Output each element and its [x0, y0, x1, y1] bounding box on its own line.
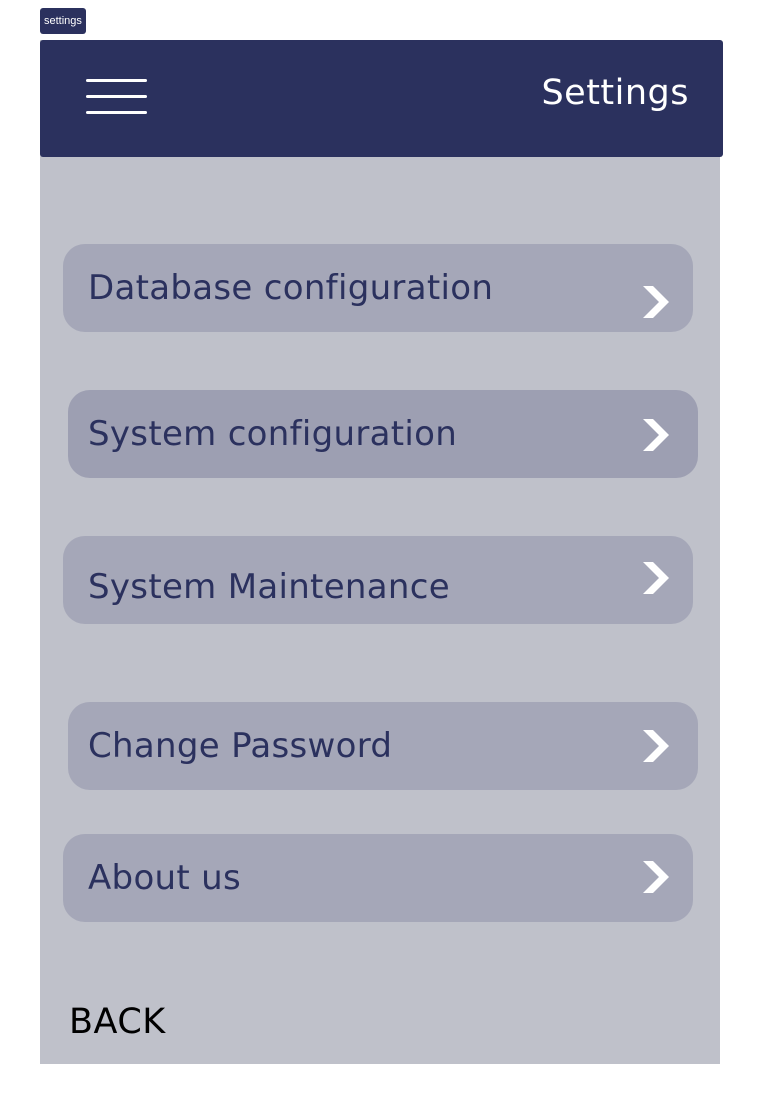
menu-item-change-password[interactable]: Change Password	[68, 702, 698, 790]
menu-item-about-us[interactable]: About us	[63, 834, 693, 922]
frame-label: settings	[40, 8, 86, 34]
menu-item-system-maintenance[interactable]: System Maintenance	[63, 536, 693, 624]
menu-item-label: System Maintenance	[88, 567, 450, 608]
header-bar: Settings	[40, 40, 723, 157]
hamburger-menu-icon[interactable]	[86, 79, 148, 116]
chevron-right-icon	[643, 562, 669, 594]
menu-item-database-configuration[interactable]: Database configuration	[63, 244, 693, 332]
chevron-right-icon	[643, 861, 669, 893]
settings-screen: Settings Database configuration System c…	[40, 40, 723, 1064]
menu-item-label: About us	[88, 858, 241, 898]
chevron-right-icon	[643, 730, 669, 762]
page-title: Settings	[541, 73, 689, 113]
menu-item-label: Database configuration	[88, 268, 494, 308]
chevron-right-icon	[643, 419, 669, 451]
menu-item-system-configuration[interactable]: System configuration	[68, 390, 698, 478]
back-button[interactable]: BACK	[69, 1002, 166, 1042]
menu-item-label: Change Password	[88, 726, 393, 766]
menu-item-label: System configuration	[88, 414, 458, 454]
chevron-right-icon	[643, 286, 669, 318]
